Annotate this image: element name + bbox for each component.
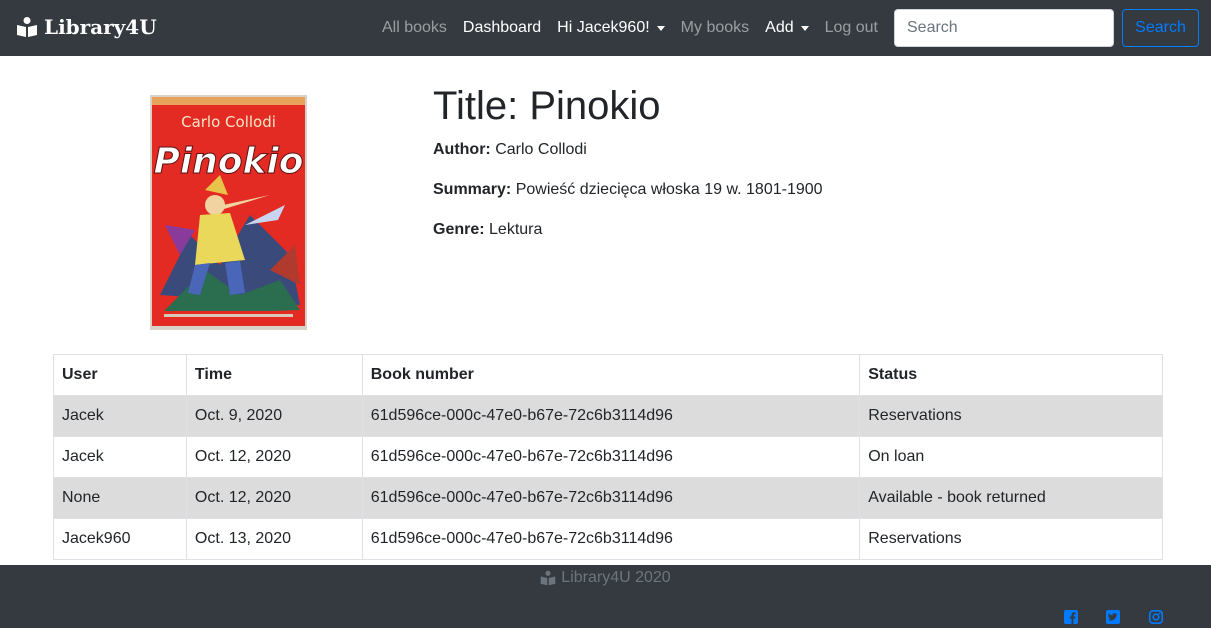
nav-links: All books Dashboard Hi Jacek960! My book… — [374, 0, 886, 56]
cell-user: Jacek — [53, 395, 187, 437]
genre-label: Genre: — [433, 221, 485, 238]
facebook-icon[interactable] — [1064, 610, 1078, 624]
cell-status: Reservations — [859, 395, 1163, 437]
book-title-heading: Title: Pinokio — [433, 82, 1153, 130]
genre-value: Lektura — [489, 221, 543, 238]
caret-down-icon — [656, 26, 665, 31]
table-row: Jacek960 Oct. 13, 2020 61d596ce-000c-47e… — [53, 518, 1163, 560]
header-status: Status — [859, 354, 1163, 396]
author-field: Author: Carlo Collodi — [433, 138, 1153, 162]
cell-book-number: 61d596ce-000c-47e0-b67e-72c6b3114d96 — [361, 477, 861, 519]
book-reader-icon — [541, 570, 556, 586]
cell-status: Reservations — [859, 518, 1163, 560]
brand-name: Library4U — [44, 15, 157, 39]
author-value: Carlo Collodi — [495, 141, 587, 158]
cell-status: On loan — [859, 436, 1163, 478]
nav-user-menu[interactable]: Hi Jacek960! — [549, 19, 673, 37]
footer: Library4U 2020 — [0, 565, 1211, 628]
header-user: User — [53, 354, 187, 396]
header-time: Time — [185, 354, 363, 396]
cell-time: Oct. 9, 2020 — [185, 395, 363, 437]
cell-book-number: 61d596ce-000c-47e0-b67e-72c6b3114d96 — [361, 518, 861, 560]
summary-field: Summary: Powieść dziecięca włoska 19 w. … — [433, 178, 1153, 202]
cell-time: Oct. 12, 2020 — [185, 477, 363, 519]
book-cover-image: Carlo Collodi Pinokio — [150, 95, 307, 330]
nav-add-menu[interactable]: Add — [757, 19, 816, 37]
book-info: Title: Pinokio Author: Carlo Collodi Sum… — [433, 82, 1153, 258]
search-button[interactable]: Search — [1122, 9, 1199, 47]
table-header-row: User Time Book number Status — [53, 354, 1163, 396]
title-label: Title: — [433, 84, 519, 128]
instagram-icon[interactable] — [1149, 610, 1163, 624]
header-book-number: Book number — [361, 354, 861, 396]
genre-field: Genre: Lektura — [433, 218, 1153, 242]
twitter-icon[interactable] — [1106, 610, 1120, 624]
caret-down-icon — [800, 26, 809, 31]
cell-book-number: 61d596ce-000c-47e0-b67e-72c6b3114d96 — [361, 436, 861, 478]
nav-dashboard[interactable]: Dashboard — [455, 19, 549, 37]
cell-status: Available - book returned — [859, 477, 1163, 519]
cell-user: None — [53, 477, 187, 519]
footer-text: Library4U 2020 — [561, 569, 671, 586]
summary-value: Powieść dziecięca włoska 19 w. 1801-1900 — [515, 181, 823, 198]
table-row: Jacek Oct. 9, 2020 61d596ce-000c-47e0-b6… — [53, 395, 1163, 437]
cell-time: Oct. 12, 2020 — [185, 436, 363, 478]
nav-my-books[interactable]: My books — [673, 19, 757, 37]
cell-book-number: 61d596ce-000c-47e0-b67e-72c6b3114d96 — [361, 395, 861, 437]
cell-time: Oct. 13, 2020 — [185, 518, 363, 560]
add-menu-label: Add — [765, 19, 794, 36]
book-reader-icon — [17, 17, 37, 37]
nav-logout[interactable]: Log out — [817, 19, 886, 37]
navbar: Library4U All books Dashboard Hi Jacek96… — [0, 0, 1211, 56]
nav-all-books[interactable]: All books — [374, 19, 455, 37]
book-title: Pinokio — [529, 84, 661, 128]
table-row: Jacek Oct. 12, 2020 61d596ce-000c-47e0-b… — [53, 436, 1163, 478]
brand-link[interactable]: Library4U — [16, 15, 157, 39]
user-menu-label: Hi Jacek960! — [557, 19, 650, 36]
author-label: Author: — [433, 141, 491, 158]
cover-title-text: Pinokio — [153, 141, 303, 182]
table-row: None Oct. 12, 2020 61d596ce-000c-47e0-b6… — [53, 477, 1163, 519]
cell-user: Jacek960 — [53, 518, 187, 560]
search-input[interactable] — [894, 9, 1114, 47]
summary-label: Summary: — [433, 181, 512, 198]
footer-copyright: Library4U 2020 — [0, 569, 1211, 587]
copies-history-table: User Time Book number Status Jacek Oct. … — [53, 354, 1163, 560]
cell-user: Jacek — [53, 436, 187, 478]
cover-author-text: Carlo Collodi — [181, 113, 276, 131]
